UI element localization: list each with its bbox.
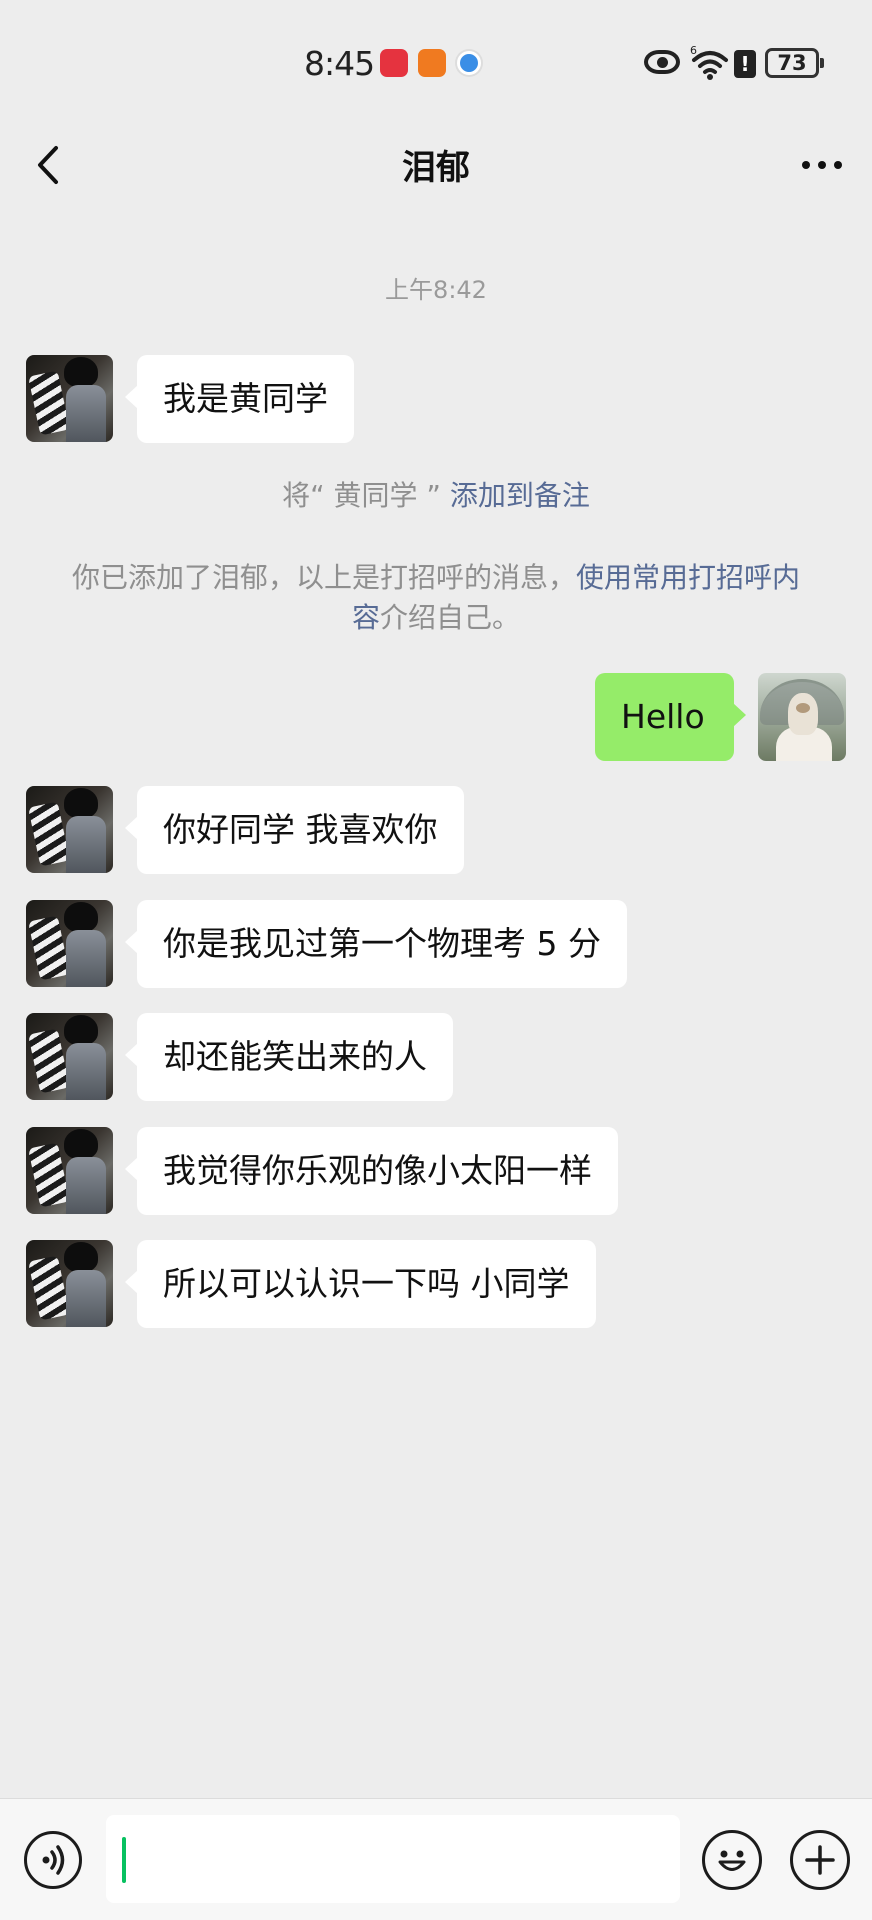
contact-avatar[interactable] <box>26 1013 113 1100</box>
contact-avatar[interactable] <box>26 900 113 987</box>
message-bubble-sent[interactable]: Hello <box>595 673 746 761</box>
remark-system-note: 将“ 黄同学 ” 添加到备注 <box>60 476 812 516</box>
my-avatar[interactable] <box>758 673 846 761</box>
status-bar: 8:45 6 ! 73 <box>0 0 872 110</box>
message-bubble-received[interactable]: 你是我见过第一个物理考 5 分 <box>125 900 627 988</box>
more-dots-icon <box>802 161 842 169</box>
status-time: 8:45 <box>304 44 375 83</box>
battery-indicator: 73 <box>765 48 824 78</box>
greeting-system-note: 你已添加了泪郁，以上是打招呼的消息，使用常用打招呼内容介绍自己。 <box>60 558 812 638</box>
more-functions-button[interactable] <box>790 1830 850 1890</box>
contact-avatar[interactable] <box>26 1127 113 1214</box>
app-notification-icon <box>418 49 446 77</box>
contact-avatar[interactable] <box>26 355 113 442</box>
nav-bar: 泪郁 <box>0 110 872 220</box>
message-bubble-received[interactable]: 却还能笑出来的人 <box>125 1013 453 1101</box>
input-bar <box>0 1798 872 1920</box>
greeting-note-suffix: 介绍自己。 <box>380 601 521 634</box>
plus-icon <box>805 1845 835 1875</box>
alert-icon: ! <box>734 50 756 78</box>
wifi-icon: 6 <box>690 46 730 82</box>
more-button[interactable] <box>792 140 852 190</box>
message-bubble-received[interactable]: 所以可以认识一下吗 小同学 <box>125 1240 596 1328</box>
eye-comfort-icon <box>644 50 680 74</box>
remark-note-text: 将“ 黄同学 ” <box>282 479 441 512</box>
message-bubble-received[interactable]: 我是黄同学 <box>125 355 354 443</box>
add-remark-link[interactable]: 添加到备注 <box>450 479 590 512</box>
message-timestamp: 上午8:42 <box>385 276 487 304</box>
huawei-app-icon <box>380 49 408 77</box>
message-input[interactable] <box>106 1815 680 1903</box>
emoji-icon <box>718 1850 746 1871</box>
voice-icon <box>42 1845 65 1875</box>
browser-app-icon <box>457 51 481 75</box>
voice-button[interactable] <box>24 1831 82 1889</box>
message-bubble-received[interactable]: 你好同学 我喜欢你 <box>125 786 464 874</box>
greeting-note-text: 你已添加了泪郁，以上是打招呼的消息， <box>71 561 576 594</box>
emoji-button[interactable] <box>702 1830 762 1890</box>
text-cursor <box>122 1837 126 1883</box>
message-bubble-received[interactable]: 我觉得你乐观的像小太阳一样 <box>125 1127 618 1215</box>
svg-text:6: 6 <box>690 46 697 57</box>
contact-avatar[interactable] <box>26 1240 113 1327</box>
contact-avatar[interactable] <box>26 786 113 873</box>
chat-title: 泪郁 <box>402 148 470 188</box>
